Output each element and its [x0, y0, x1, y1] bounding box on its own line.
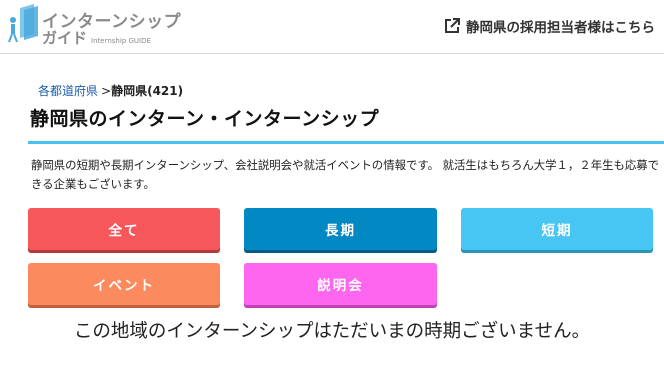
- recruiter-link-label: 静岡県の採用担当者様はこちら: [466, 20, 655, 36]
- breadcrumb-current: 静岡県(421): [111, 84, 184, 98]
- logo-icon: [8, 4, 38, 43]
- filter-long-term-button[interactable]: 長期: [244, 208, 437, 250]
- filter-all-button[interactable]: 全て: [28, 208, 220, 250]
- breadcrumb-prefectures-link[interactable]: 各都道府県: [38, 84, 98, 98]
- filter-info-session-button[interactable]: 説明会: [244, 263, 437, 305]
- page-description: 静岡県の短期や長期インターンシップ、会社説明会や就活イベントの情報です。 就活生…: [31, 158, 660, 191]
- external-link-icon: [445, 18, 460, 33]
- site-header: インターンシップ ガイド Internship GUIDE 静岡県の採用担当者様は…: [0, 0, 664, 54]
- breadcrumb-separator: >: [101, 84, 112, 98]
- logo-english: Internship GUIDE: [91, 37, 151, 45]
- recruiter-link[interactable]: 静岡県の採用担当者様はこちら: [444, 16, 655, 36]
- breadcrumb: 各都道府県 >静岡県(421): [38, 82, 183, 99]
- empty-state-message: この地域のインターンシップはただいまの時期ございません。: [73, 321, 591, 342]
- page-title: 静岡県のインターン・インターンシップ: [30, 108, 380, 130]
- logo-subtitle: ガイド Internship GUIDE: [42, 27, 151, 48]
- logo-subtitle-text: ガイド: [42, 29, 88, 47]
- filter-short-term-button[interactable]: 短期: [461, 208, 653, 250]
- filter-event-button[interactable]: イベント: [28, 263, 220, 305]
- title-divider: [28, 141, 664, 144]
